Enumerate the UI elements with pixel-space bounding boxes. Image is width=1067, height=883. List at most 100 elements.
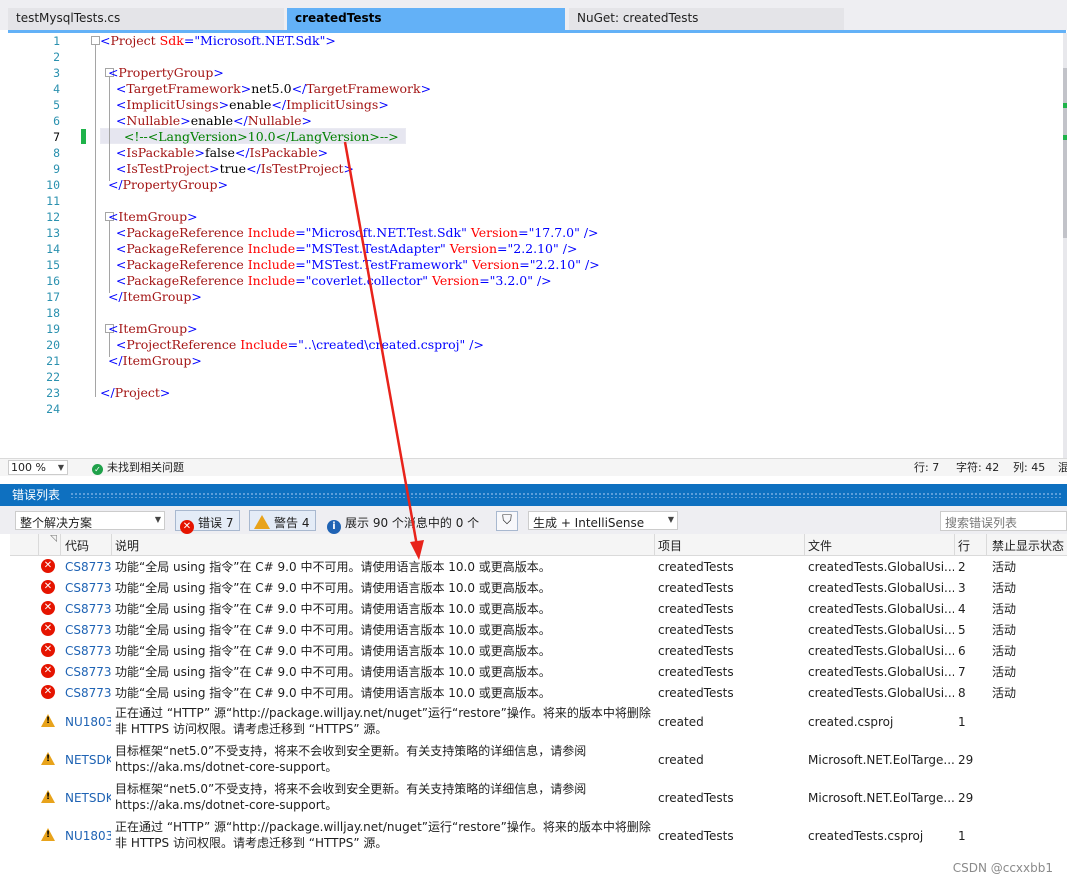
drag-grip[interactable]	[70, 492, 1061, 498]
line-number: 10	[46, 178, 60, 192]
error-code-link[interactable]: NETSDK	[65, 790, 111, 806]
suppression-state: 活动	[992, 602, 1017, 616]
char-position: 字符: 42	[956, 461, 1000, 474]
code-token: >	[217, 177, 229, 192]
issues-indicator[interactable]: ✓ 未找到相关问题	[92, 461, 184, 475]
error-description: 功能“全局 using 指令”在 C# 9.0 中不可用。请使用语言版本 10.…	[115, 602, 551, 616]
error-code-link[interactable]: NU1803	[65, 828, 111, 844]
error-code-link[interactable]: CS8773	[65, 685, 111, 701]
line-number: 24	[46, 402, 60, 416]
error-code-link[interactable]: CS8773	[65, 559, 111, 575]
code-token: "..\created\created.csproj"	[298, 337, 466, 352]
suppression-state: 活动	[992, 623, 1017, 637]
code-token: PackageReference	[126, 225, 244, 240]
code-line[interactable]: 23 </Project>	[0, 385, 1060, 401]
column-header-line[interactable]: 行	[958, 537, 970, 554]
table-row[interactable]: ! NETSDK 目标框架“net5.0”不受支持，将来不会收到安全更新。有关支持策…	[10, 779, 1067, 817]
code-token: <	[100, 161, 127, 176]
zoom-dropdown[interactable]: 100 % ▼	[8, 460, 68, 475]
build-source-dropdown[interactable]: 生成 + IntelliSense ▼	[528, 511, 678, 530]
table-row[interactable]: ! NU1803 正在通过 “HTTP” 源“http://package.will…	[10, 703, 1067, 741]
code-line[interactable]: 6 <Nullable>enable</Nullable>	[0, 113, 1060, 129]
filter-button[interactable]: ⛉	[496, 511, 518, 531]
code-line[interactable]: 18	[0, 305, 1060, 321]
code-line[interactable]: 4 <TargetFramework>net5.0</TargetFramewo…	[0, 81, 1060, 97]
code-token: "3.2.0"	[489, 273, 533, 288]
build-source-value: 生成 + IntelliSense	[533, 516, 645, 530]
line-number: 18	[46, 306, 60, 320]
errors-filter-button[interactable]: ✕ 错误 7	[175, 510, 241, 534]
tab-nuget-createdtests[interactable]: NuGet: createdTests	[569, 8, 844, 30]
error-code-link[interactable]: CS8773	[65, 601, 111, 617]
code-line[interactable]: 16 <PackageReference Include="coverlet.c…	[0, 273, 1060, 289]
table-row[interactable]: ! NETSDK 目标框架“net5.0”不受支持，将来不会收到安全更新。有关支持策…	[10, 741, 1067, 779]
messages-filter-button[interactable]: i 展示 90 个消息中的 0 个	[322, 510, 486, 534]
code-line[interactable]: 17 </ItemGroup>	[0, 289, 1060, 305]
code-line[interactable]: 24	[0, 401, 1060, 417]
code-token: IsTestProject	[260, 161, 344, 176]
code-line[interactable]: 1 <Project Sdk="Microsoft.NET.Sdk">	[0, 33, 1060, 49]
line-number: 20	[46, 338, 60, 352]
code-line[interactable]: 8 <IsPackable>false</IsPackable>	[0, 145, 1060, 161]
code-line[interactable]: 20 <ProjectReference Include="..\created…	[0, 337, 1060, 353]
code-line[interactable]: 12 <ItemGroup>	[0, 209, 1060, 225]
error-line: 8	[958, 686, 966, 700]
code-line[interactable]: 13 <PackageReference Include="Microsoft.…	[0, 225, 1060, 241]
column-header-project[interactable]: 项目	[658, 537, 682, 554]
code-line[interactable]: 15 <PackageReference Include="MSTest.Tes…	[0, 257, 1060, 273]
tab-testmysqltests[interactable]: testMysqlTests.cs	[8, 8, 284, 30]
code-line[interactable]: 19 <ItemGroup>	[0, 321, 1060, 337]
error-icon: ✕	[41, 664, 55, 678]
scope-dropdown[interactable]: 整个解决方案 ▼	[15, 511, 165, 530]
code-editor[interactable]: 1 <Project Sdk="Microsoft.NET.Sdk"> 2 3 <Pr…	[0, 33, 1067, 458]
code-line[interactable]: 10 </PropertyGroup>	[0, 177, 1060, 193]
table-row[interactable]: ✕ CS8773 功能“全局 using 指令”在 C# 9.0 中不可用。请使用语…	[10, 640, 1067, 661]
sort-icon[interactable]: ◹	[50, 534, 57, 544]
error-list-header[interactable]: 错误列表	[0, 484, 1067, 506]
code-line[interactable]: 14 <PackageReference Include="MSTest.Tes…	[0, 241, 1060, 257]
table-row[interactable]: ✕ CS8773 功能“全局 using 指令”在 C# 9.0 中不可用。请使用语…	[10, 619, 1067, 640]
code-line[interactable]: 9 <IsTestProject>true</IsTestProject>	[0, 161, 1060, 177]
error-code-link[interactable]: CS8773	[65, 664, 111, 680]
code-line[interactable]: 5 <ImplicitUsings>enable</ImplicitUsings…	[0, 97, 1060, 113]
column-header-description[interactable]: 说明	[115, 537, 139, 554]
error-project: createdTests	[658, 829, 734, 843]
table-row[interactable]: ✕ CS8773 功能“全局 using 指令”在 C# 9.0 中不可用。请使用语…	[10, 661, 1067, 682]
search-error-list-input[interactable]: 搜索错误列表	[940, 511, 1067, 531]
table-row[interactable]: ✕ CS8773 功能“全局 using 指令”在 C# 9.0 中不可用。请使用语…	[10, 682, 1067, 703]
column-header-suppression-state[interactable]: 禁止显示状态	[992, 537, 1064, 554]
table-row[interactable]: ✕ CS8773 功能“全局 using 指令”在 C# 9.0 中不可用。请使用语…	[10, 577, 1067, 598]
code-token: "Microsoft.NET.Sdk"	[194, 33, 326, 48]
error-code-link[interactable]: CS8773	[65, 580, 111, 596]
issues-text: 未找到相关问题	[107, 461, 184, 474]
code-line[interactable]: 22	[0, 369, 1060, 385]
table-row[interactable]: ! NU1803 正在通过 “HTTP” 源“http://package.will…	[10, 817, 1067, 855]
error-code-link[interactable]: NU1803	[65, 714, 111, 730]
column-header-file[interactable]: 文件	[808, 537, 832, 554]
line-position: 行: 7	[914, 461, 940, 474]
table-row[interactable]: ✕ CS8773 功能“全局 using 指令”在 C# 9.0 中不可用。请使用语…	[10, 598, 1067, 619]
error-code-link[interactable]: NETSDK	[65, 752, 111, 768]
code-token: net5.0	[251, 81, 292, 96]
error-project: createdTests	[658, 644, 734, 658]
error-code-link[interactable]: CS8773	[65, 643, 111, 659]
code-line[interactable]: 21 </ItemGroup>	[0, 353, 1060, 369]
tab-createdtests[interactable]: createdTests	[287, 8, 565, 30]
error-code-link[interactable]: CS8773	[65, 622, 111, 638]
scrollbar-thumb[interactable]	[1063, 68, 1067, 238]
code-token: <	[100, 81, 127, 96]
code-line[interactable]: 2	[0, 49, 1060, 65]
code-line[interactable]: 7 <!--<LangVersion>10.0</LangVersion>-->	[0, 129, 1060, 145]
warnings-filter-button[interactable]: 警告 4	[249, 510, 317, 531]
column-header-code[interactable]: 代码	[65, 537, 89, 554]
table-row[interactable]: ✕ CS8773 功能“全局 using 指令”在 C# 9.0 中不可用。请使用语…	[10, 556, 1067, 577]
error-description: 功能“全局 using 指令”在 C# 9.0 中不可用。请使用语言版本 10.…	[115, 686, 551, 700]
code-text: <IsTestProject>true</IsTestProject>	[100, 161, 354, 177]
code-token: >	[343, 161, 355, 176]
code-line[interactable]: 3 <PropertyGroup>	[0, 65, 1060, 81]
code-token: Project	[110, 33, 156, 48]
code-line[interactable]: 11	[0, 193, 1060, 209]
code-token: =	[295, 257, 306, 272]
code-text: <ItemGroup>	[100, 209, 198, 225]
line-number: 12	[46, 210, 60, 224]
